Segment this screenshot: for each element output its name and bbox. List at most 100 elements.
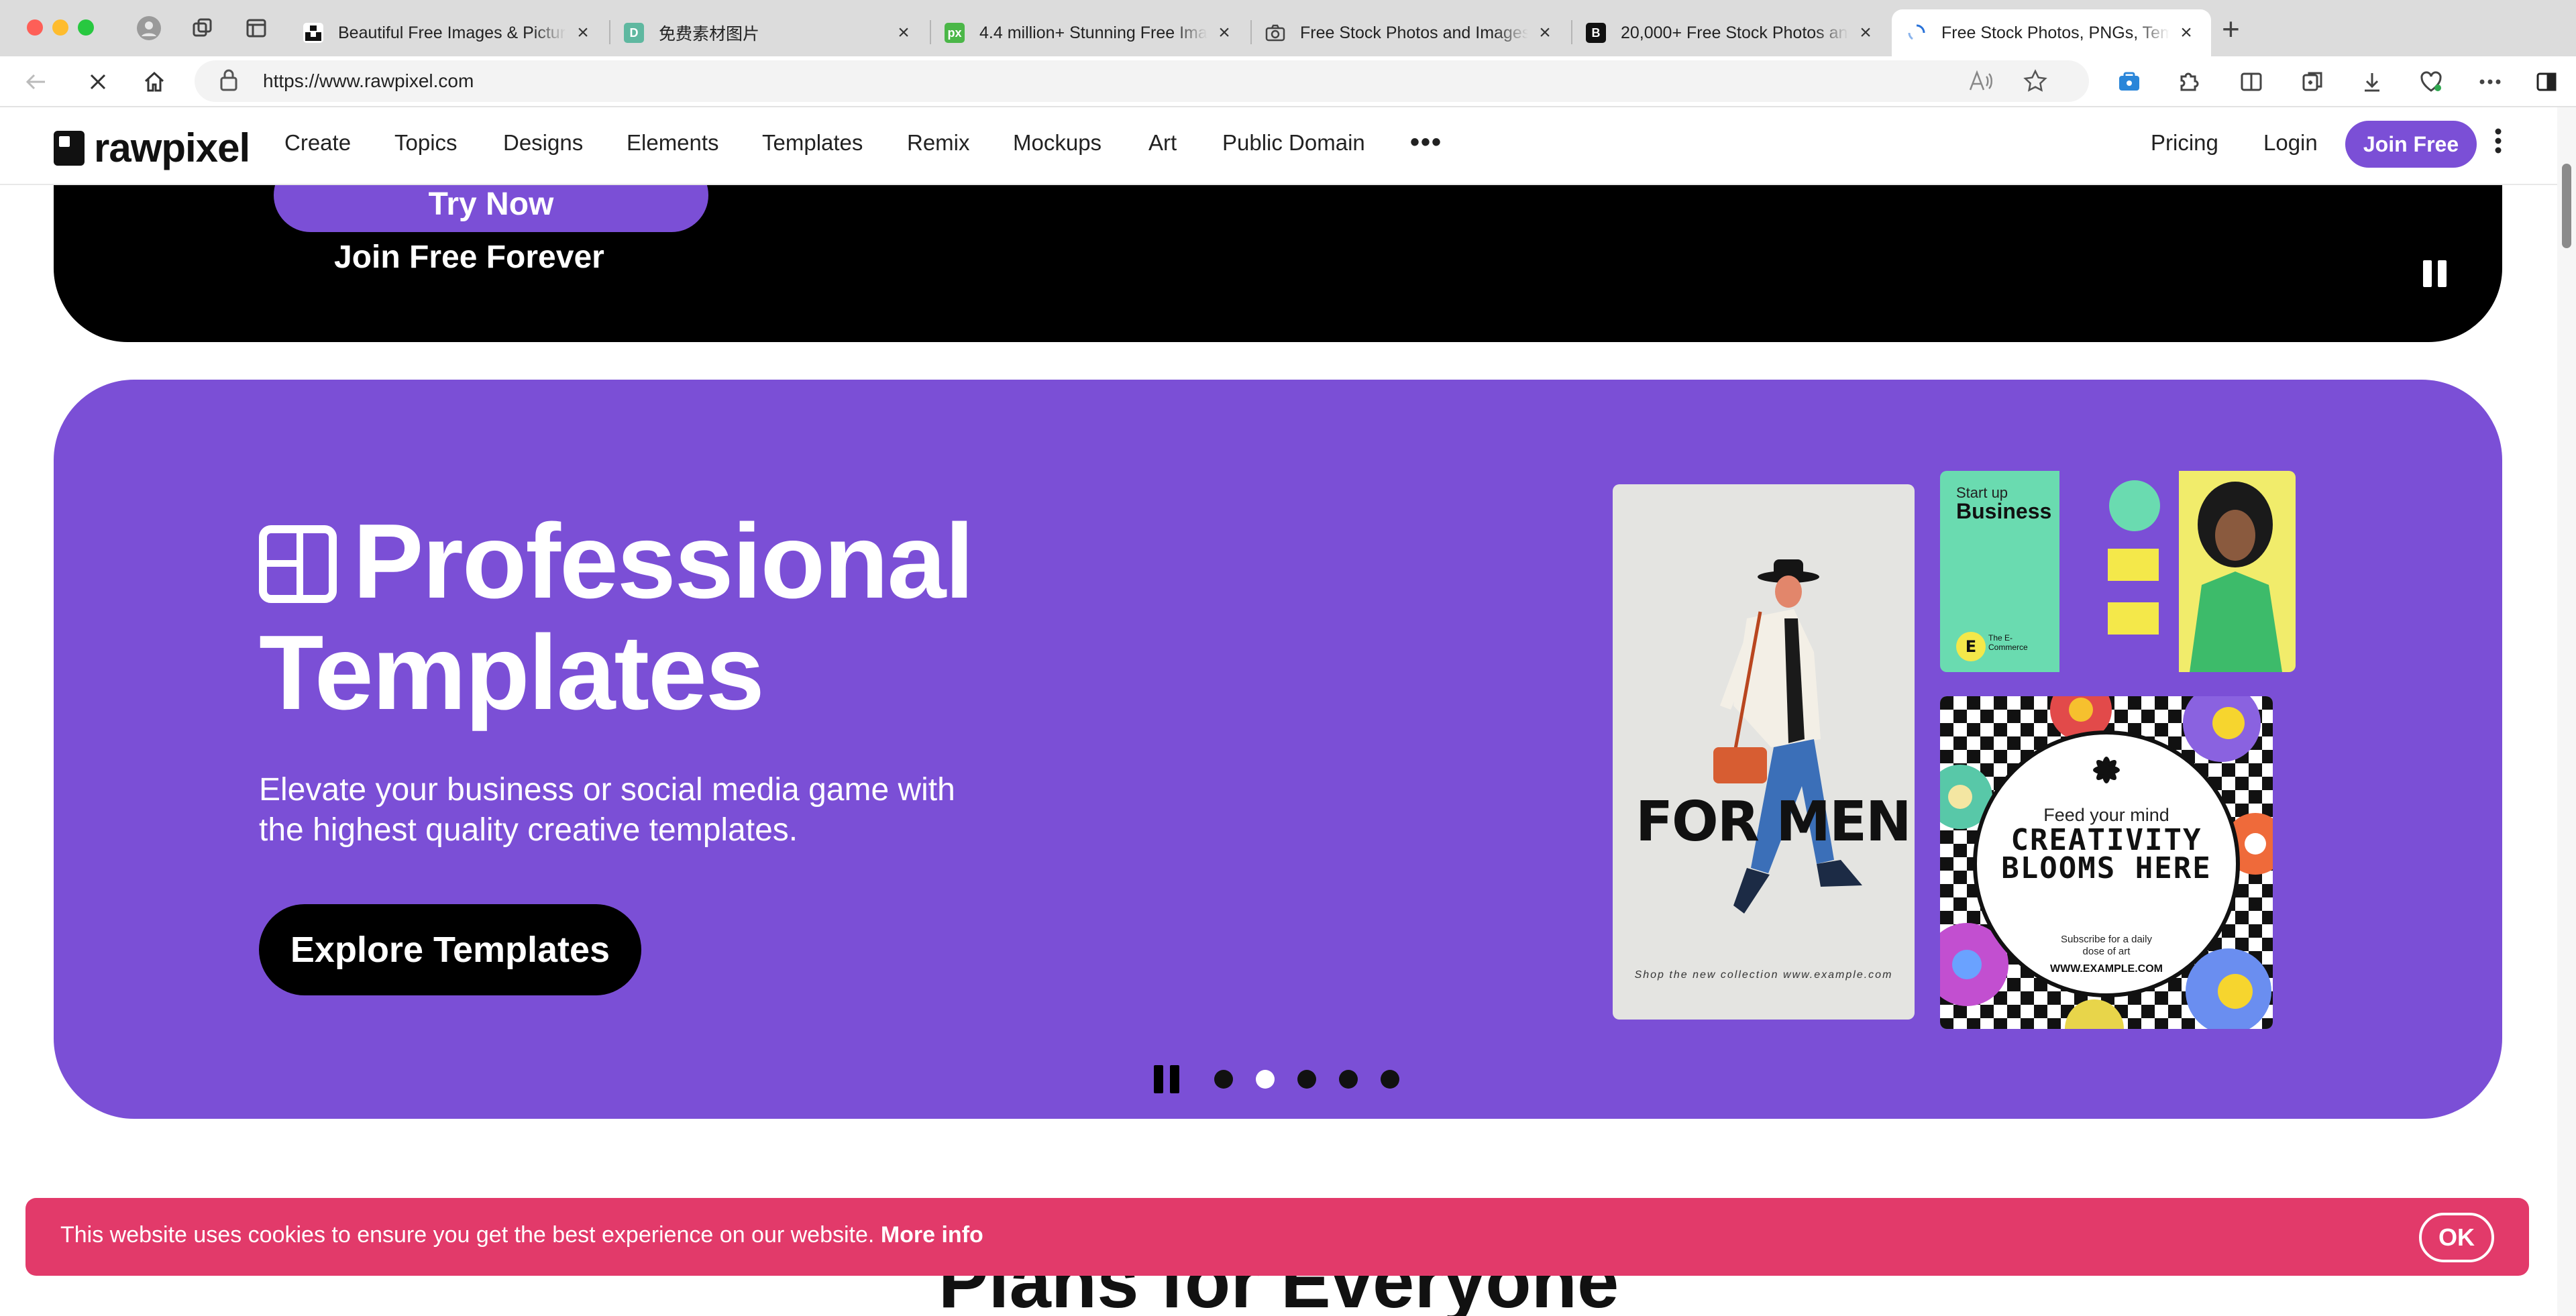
sidebar-toggle-icon[interactable]	[2533, 68, 2560, 95]
unsplash-favicon-icon	[303, 23, 323, 43]
tab-title: 20,000+ Free Stock Photos and Images	[1621, 23, 1849, 42]
pixabay-favicon-icon: px	[945, 23, 965, 43]
cookie-banner: This website uses cookies to ensure you …	[25, 1198, 2529, 1276]
join-free-forever-text: Join Free Forever	[334, 239, 604, 275]
tab-title: Free Stock Photos, PNGs, Templates	[1941, 23, 2169, 42]
rawpixel-logo[interactable]: rawpixel	[54, 125, 250, 171]
tab-pixabay[interactable]: px 4.4 million+ Stunning Free Images ×	[930, 9, 1249, 56]
read-aloud-icon[interactable]	[1968, 60, 1994, 102]
close-tab-icon[interactable]: ×	[2176, 21, 2196, 44]
camera-favicon-icon	[1265, 23, 1285, 43]
subscribe-text: Subscribe for a daily dose of art	[2061, 934, 2152, 957]
explore-templates-button[interactable]: Explore Templates	[259, 904, 641, 995]
page-scrollbar[interactable]	[2557, 107, 2576, 1316]
close-tab-icon[interactable]: ×	[1856, 21, 1876, 44]
carousel-pause-icon[interactable]	[1154, 1065, 1179, 1093]
loading-spinner-icon	[1907, 23, 1927, 43]
cookie-more-info-link[interactable]: More info	[881, 1222, 983, 1248]
hero-title-line1: Professional	[353, 502, 974, 620]
for-men-caption: Shop the new collection www.example.com	[1634, 969, 1893, 981]
tab-title: Beautiful Free Images & Pictures | Unspl…	[338, 23, 566, 42]
tab-burst[interactable]: B 20,000+ Free Stock Photos and Images ×	[1571, 9, 1890, 56]
nav-designs[interactable]: Designs	[503, 130, 583, 156]
lock-icon[interactable]	[219, 68, 246, 95]
pricing-link[interactable]: Pricing	[2151, 130, 2218, 156]
templates-icon	[259, 525, 337, 603]
carousel-controls	[1154, 1065, 1422, 1093]
tab-actions-icon[interactable]	[243, 15, 270, 42]
address-bar-row: https://www.rawpixel.com	[0, 56, 2576, 107]
for-men-title: FOR MEN	[1635, 790, 1912, 854]
home-icon[interactable]	[141, 68, 168, 95]
nav-elements[interactable]: Elements	[627, 130, 719, 156]
try-now-button[interactable]: Try Now	[274, 185, 708, 232]
new-tab-button[interactable]: +	[2222, 13, 2240, 44]
logo-text: rawpixel	[94, 125, 250, 170]
promo-banner: Try Now Join Free Forever	[54, 185, 2502, 342]
tab-title: 4.4 million+ Stunning Free Images	[979, 23, 1208, 42]
nav-more-button[interactable]: •••	[1410, 127, 1442, 158]
url-text[interactable]: https://www.rawpixel.com	[263, 70, 474, 92]
template-card-for-men[interactable]: FOR MEN Shop the new collection www.exam…	[1613, 484, 1915, 1020]
carousel-dot-3[interactable]	[1297, 1070, 1316, 1089]
kebab-menu-icon[interactable]	[2494, 127, 2502, 159]
split-screen-icon[interactable]	[2238, 68, 2265, 95]
burst-favicon-icon: B	[1586, 23, 1606, 43]
zoom-window-button[interactable]	[78, 19, 94, 36]
cookie-ok-button[interactable]: OK	[2419, 1213, 2494, 1262]
carousel-dot-4[interactable]	[1339, 1070, 1358, 1089]
favorite-star-icon[interactable]	[2023, 60, 2047, 102]
close-tab-icon[interactable]: ×	[1214, 21, 1234, 44]
cookie-message: This website uses cookies to ensure you …	[60, 1222, 983, 1248]
nav-mockups[interactable]: Mockups	[1013, 130, 1102, 156]
nav-templates[interactable]: Templates	[762, 130, 863, 156]
login-link[interactable]: Login	[2263, 130, 2318, 156]
close-tab-icon[interactable]: ×	[573, 21, 593, 44]
profile-icon[interactable]	[136, 15, 162, 42]
nav-public-domain[interactable]: Public Domain	[1222, 130, 1365, 156]
creativity-blooms-title: CREATIVITY BLOOMS HERE	[2001, 823, 2212, 885]
extensions-puzzle-icon[interactable]	[2175, 68, 2202, 95]
collections-icon[interactable]	[2300, 68, 2326, 95]
business-label: Business	[1956, 499, 2052, 523]
ecommerce-label: The E-Commerce	[1988, 633, 2028, 652]
browser-tab-bar: Beautiful Free Images & Pictures | Unspl…	[0, 0, 2576, 56]
settings-more-icon[interactable]	[2477, 68, 2504, 95]
minimize-window-button[interactable]	[52, 19, 68, 36]
banner-pause-icon[interactable]	[2423, 260, 2447, 287]
tab-stock-photos[interactable]: Free Stock Photos and Images ×	[1250, 9, 1570, 56]
nav-art[interactable]: Art	[1148, 130, 1177, 156]
close-tab-icon[interactable]: ×	[1535, 21, 1555, 44]
close-window-button[interactable]	[27, 19, 43, 36]
workspaces-icon[interactable]	[189, 15, 216, 42]
back-arrow-icon[interactable]	[23, 68, 50, 95]
nav-remix[interactable]: Remix	[907, 130, 970, 156]
carousel-dot-1[interactable]	[1214, 1070, 1233, 1089]
template-card-creativity-blooms[interactable]: Feed your mind CREATIVITY BLOOMS HERE Su…	[1940, 696, 2273, 1029]
nav-topics[interactable]: Topics	[394, 130, 458, 156]
close-tab-icon[interactable]: ×	[894, 21, 914, 44]
extension-shopping-icon[interactable]	[2116, 68, 2143, 95]
cookie-message-text: This website uses cookies to ensure you …	[60, 1222, 875, 1248]
join-free-button[interactable]: Join Free	[2345, 121, 2477, 168]
nav-create[interactable]: Create	[284, 130, 351, 156]
scrollbar-thumb[interactable]	[2562, 164, 2571, 248]
template-card-business[interactable]: E Start up Business The E-Commerce	[1940, 471, 2296, 672]
walking-man-illustration	[1713, 559, 1862, 914]
carousel-dot-5[interactable]	[1381, 1070, 1399, 1089]
tab-unsplash[interactable]: Beautiful Free Images & Pictures | Unspl…	[288, 9, 608, 56]
carousel-dot-2-active[interactable]	[1256, 1070, 1275, 1089]
browser-essentials-icon[interactable]	[2418, 68, 2445, 95]
hero-title: Professional Templates	[259, 506, 974, 732]
hero-title-line2: Templates	[259, 614, 765, 732]
tab-rawpixel-active[interactable]: Free Stock Photos, PNGs, Templates ×	[1892, 9, 2211, 56]
example-url-text: WWW.EXAMPLE.COM	[2050, 963, 2163, 975]
address-bar[interactable]: https://www.rawpixel.com	[195, 60, 2089, 102]
hero-carousel: Professional Templates Elevate your busi…	[54, 380, 2502, 1119]
tab-title: 免费素材图片	[659, 25, 760, 44]
site-header: rawpixel Create Topics Designs Elements …	[0, 107, 2557, 185]
tab-chinese-site[interactable]: D 免费素材图片 ×	[609, 9, 928, 56]
stop-loading-icon[interactable]	[85, 68, 111, 95]
downloads-icon[interactable]	[2359, 68, 2385, 95]
logo-mark-icon	[54, 130, 85, 166]
